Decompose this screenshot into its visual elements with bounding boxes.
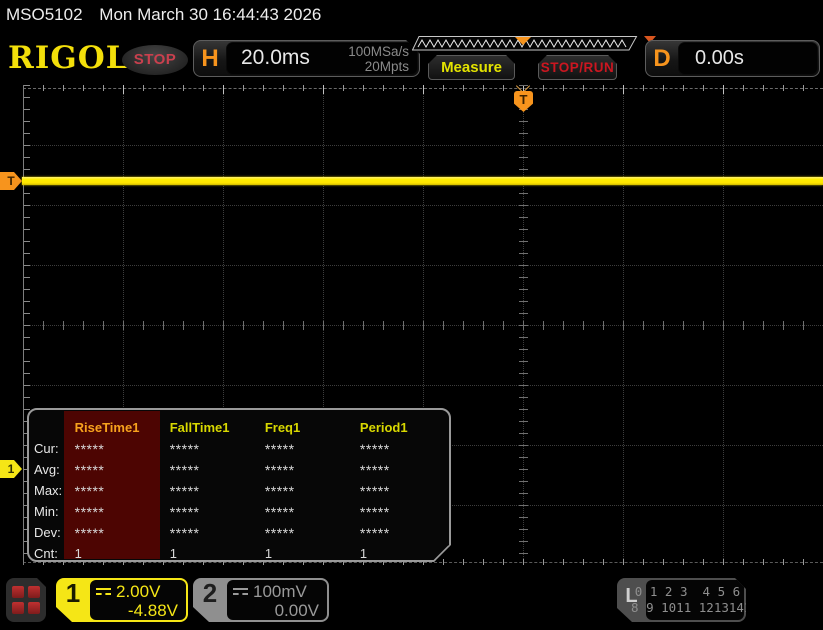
gridline-horizontal bbox=[23, 145, 823, 146]
channel1-offset-marker[interactable]: 1 bbox=[0, 460, 22, 478]
dc-coupling-icon bbox=[96, 588, 111, 595]
logic-channel-list: 0 1 2 3 4 5 6 7 8 9 1011 12131415 bbox=[646, 580, 744, 620]
measure-row-min: Min: ***** ***** ***** ***** bbox=[29, 501, 449, 522]
delay-label: D bbox=[653, 44, 671, 72]
menu-square-icon bbox=[12, 586, 24, 598]
cell-value: ***** bbox=[74, 482, 105, 499]
channel2-offset: 0.00V bbox=[274, 601, 319, 620]
datetime: Mon March 30 16:44:43 2026 bbox=[99, 5, 322, 24]
measure-row-max: Max: ***** ***** ***** ***** bbox=[29, 480, 449, 501]
cell-value: 1 bbox=[264, 546, 273, 561]
row-label: Cur: bbox=[34, 441, 59, 456]
measure-row-cnt: Cnt: 1 1 1 1 bbox=[29, 543, 449, 564]
cell-value: ***** bbox=[359, 482, 390, 499]
cell-value: ***** bbox=[359, 461, 390, 478]
gridline-horizontal bbox=[23, 205, 823, 206]
menu-square-icon bbox=[12, 602, 24, 614]
acquisition-info: 100MSa/s 20Mpts bbox=[348, 44, 409, 74]
graticule-top-major-ticks bbox=[23, 85, 823, 94]
row-label: Cnt: bbox=[34, 546, 58, 561]
cell-value: ***** bbox=[359, 503, 390, 520]
horizontal-position-bar[interactable] bbox=[411, 36, 638, 51]
model-name: MSO5102 bbox=[6, 5, 83, 24]
measure-row-dev: Dev: ***** ***** ***** ***** bbox=[29, 522, 449, 543]
row-label: Min: bbox=[34, 504, 59, 519]
measure-column-freq1[interactable]: Freq1 bbox=[259, 420, 354, 435]
row-label: Dev: bbox=[34, 525, 61, 540]
cell-value: ***** bbox=[264, 524, 295, 541]
measure-column-period1[interactable]: Period1 bbox=[354, 420, 449, 435]
row-label: Avg: bbox=[34, 462, 60, 477]
logic-row-2: 8 9 1011 12131415 bbox=[631, 600, 759, 615]
cell-value: ***** bbox=[169, 482, 200, 499]
memory-depth: 20Mpts bbox=[364, 59, 409, 74]
cell-value: ***** bbox=[264, 503, 295, 520]
measure-button[interactable]: Measure bbox=[428, 55, 515, 80]
cell-value: ***** bbox=[74, 440, 105, 457]
cell-value: ***** bbox=[169, 524, 200, 541]
oscilloscope-screen: MSO5102 Mon March 30 16:44:43 2026 RIGOL… bbox=[0, 0, 823, 630]
menu-square-icon bbox=[28, 586, 40, 598]
channel2-scale: 100mV bbox=[253, 582, 307, 601]
gridline-horizontal bbox=[23, 385, 823, 386]
channel2-block[interactable]: 2 100mV 0.00V bbox=[193, 578, 329, 622]
trigger-level-marker[interactable]: T bbox=[0, 172, 22, 190]
logic-row-1: 0 1 2 3 4 5 6 7 bbox=[634, 584, 756, 599]
measure-column-risetime1[interactable]: RiseTime1 bbox=[69, 420, 164, 435]
cell-value: 1 bbox=[169, 546, 178, 561]
rigol-logo: RIGOL bbox=[8, 40, 129, 76]
menu-grid-icon[interactable] bbox=[6, 578, 46, 622]
cell-value: ***** bbox=[169, 461, 200, 478]
graticule-center-horizontal-ticks bbox=[23, 321, 823, 330]
delay-value: 0.00s bbox=[695, 47, 744, 69]
channel1-waveform-trace bbox=[22, 177, 823, 185]
stop-run-button[interactable]: STOP/RUN bbox=[538, 55, 617, 80]
channel1-number: 1 bbox=[65, 578, 81, 608]
delay-box[interactable]: 0.00s bbox=[679, 43, 817, 74]
cell-value: ***** bbox=[359, 524, 390, 541]
cell-value: ***** bbox=[74, 524, 105, 541]
measure-column-falltime1[interactable]: FallTime1 bbox=[164, 420, 259, 435]
gridline-horizontal bbox=[23, 265, 823, 266]
channel1-block[interactable]: 1 2.00V -4.88V bbox=[56, 578, 188, 622]
delay-panel[interactable]: D 0.00s bbox=[645, 40, 820, 77]
cell-value: ***** bbox=[264, 482, 295, 499]
cell-value: ***** bbox=[169, 440, 200, 457]
horizontal-panel[interactable]: H 20.0ms 100MSa/s 20Mpts bbox=[193, 40, 420, 77]
logic-channels-block[interactable]: L 0 1 2 3 4 5 6 7 8 9 1011 12131415 bbox=[617, 578, 746, 622]
measure-header-row: RiseTime1 FallTime1 Freq1 Period1 bbox=[29, 417, 449, 438]
cell-value: ***** bbox=[74, 503, 105, 520]
timebase-value: 20.0ms bbox=[241, 46, 310, 69]
cell-value: ***** bbox=[74, 461, 105, 478]
dc-coupling-icon bbox=[233, 588, 248, 595]
cell-value: ***** bbox=[264, 461, 295, 478]
run-state-badge: STOP bbox=[122, 45, 188, 75]
row-label: Max: bbox=[34, 483, 63, 498]
menu-square-icon bbox=[28, 602, 40, 614]
status-bar: MSO5102 Mon March 30 16:44:43 2026 bbox=[6, 5, 321, 25]
measurement-table[interactable]: RiseTime1 FallTime1 Freq1 Period1 Cur: *… bbox=[27, 408, 451, 562]
measure-row-avg: Avg: ***** ***** ***** ***** bbox=[29, 459, 449, 480]
channel1-offset: -4.88V bbox=[127, 601, 178, 620]
timebase-box[interactable]: 20.0ms 100MSa/s 20Mpts bbox=[227, 43, 417, 74]
cell-value: 1 bbox=[74, 546, 83, 561]
measure-row-cur: Cur: ***** ***** ***** ***** bbox=[29, 438, 449, 459]
horizontal-position-waveform-icon bbox=[411, 36, 638, 51]
cell-value: ***** bbox=[169, 503, 200, 520]
channel1-scale: 2.00V bbox=[116, 582, 161, 601]
cell-value: ***** bbox=[359, 440, 390, 457]
cell-value: ***** bbox=[264, 440, 295, 457]
horizontal-label: H bbox=[201, 44, 219, 72]
sample-rate: 100MSa/s bbox=[348, 44, 409, 59]
channel2-number: 2 bbox=[202, 578, 218, 608]
